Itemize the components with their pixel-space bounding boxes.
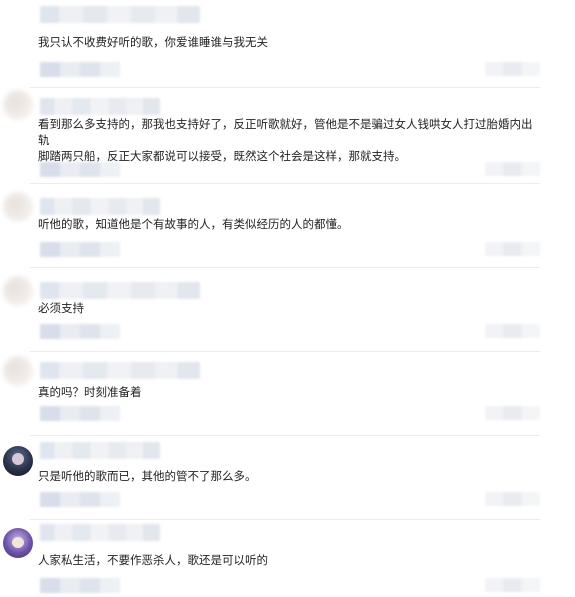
username-blurred [40, 198, 160, 215]
avatar[interactable] [3, 356, 33, 386]
comment-actions-blurred[interactable] [485, 406, 540, 420]
comment-meta-blurred [40, 324, 120, 339]
comment-actions-blurred[interactable] [485, 578, 540, 592]
username-blurred [40, 524, 160, 541]
comment-text: 真的吗？时刻准备着 [38, 385, 142, 399]
avatar[interactable] [3, 528, 33, 558]
comment-meta-blurred [40, 406, 120, 421]
comment-item: 我只认不收费好听的歌，你爱谁睡谁与我无关 [0, 0, 575, 88]
comment-meta-blurred [40, 162, 120, 177]
comment-item: 人家私生活，不要作恶杀人，歌还是可以听的 [0, 520, 575, 597]
avatar[interactable] [3, 276, 33, 306]
comment-text: 我只认不收费好听的歌，你爱谁睡谁与我无关 [38, 35, 268, 49]
comment-actions-blurred[interactable] [485, 242, 540, 256]
avatar[interactable] [3, 90, 33, 120]
comment-item: 必须支持 [0, 268, 575, 352]
username-blurred [40, 282, 200, 299]
comment-actions-blurred[interactable] [485, 492, 540, 506]
username-blurred [40, 98, 160, 115]
comment-actions-blurred[interactable] [485, 324, 540, 338]
comment-feed: 我只认不收费好听的歌，你爱谁睡谁与我无关 看到那么多支持的，那我也支持好了，反正… [0, 0, 575, 597]
username-blurred [40, 6, 200, 23]
comment-meta-blurred [40, 242, 120, 257]
comment-item: 只是听他的歌而已，其他的管不了那么多。 [0, 436, 575, 520]
avatar-face-icon [12, 453, 24, 465]
comment-text: 必须支持 [38, 301, 84, 315]
comment-item: 看到那么多支持的，那我也支持好了，反正听歌就好，管他是不是骗过女人钱哄女人打过胎… [0, 88, 575, 184]
comment-text: 听他的歌，知道他是个有故事的人，有类似经历的人的都懂。 [38, 217, 349, 231]
username-blurred [40, 362, 200, 379]
comment-meta-blurred [40, 492, 120, 507]
avatar[interactable] [3, 446, 33, 476]
comment-meta-blurred [40, 62, 120, 77]
comment-text: 看到那么多支持的，那我也支持好了，反正听歌就好，管他是不是骗过女人钱哄女人打过胎… [38, 117, 533, 163]
comment-meta-blurred [40, 578, 120, 593]
comment-actions-blurred[interactable] [485, 62, 540, 76]
comment-text: 只是听他的歌而已，其他的管不了那么多。 [38, 469, 257, 483]
comment-item: 听他的歌，知道他是个有故事的人，有类似经历的人的都懂。 [0, 184, 575, 268]
comment-text: 人家私生活，不要作恶杀人，歌还是可以听的 [38, 553, 268, 567]
comment-item: 真的吗？时刻准备着 [0, 352, 575, 436]
avatar-face-icon [12, 537, 24, 548]
comment-actions-blurred[interactable] [485, 162, 540, 176]
username-blurred [40, 442, 160, 459]
avatar[interactable] [3, 192, 33, 222]
